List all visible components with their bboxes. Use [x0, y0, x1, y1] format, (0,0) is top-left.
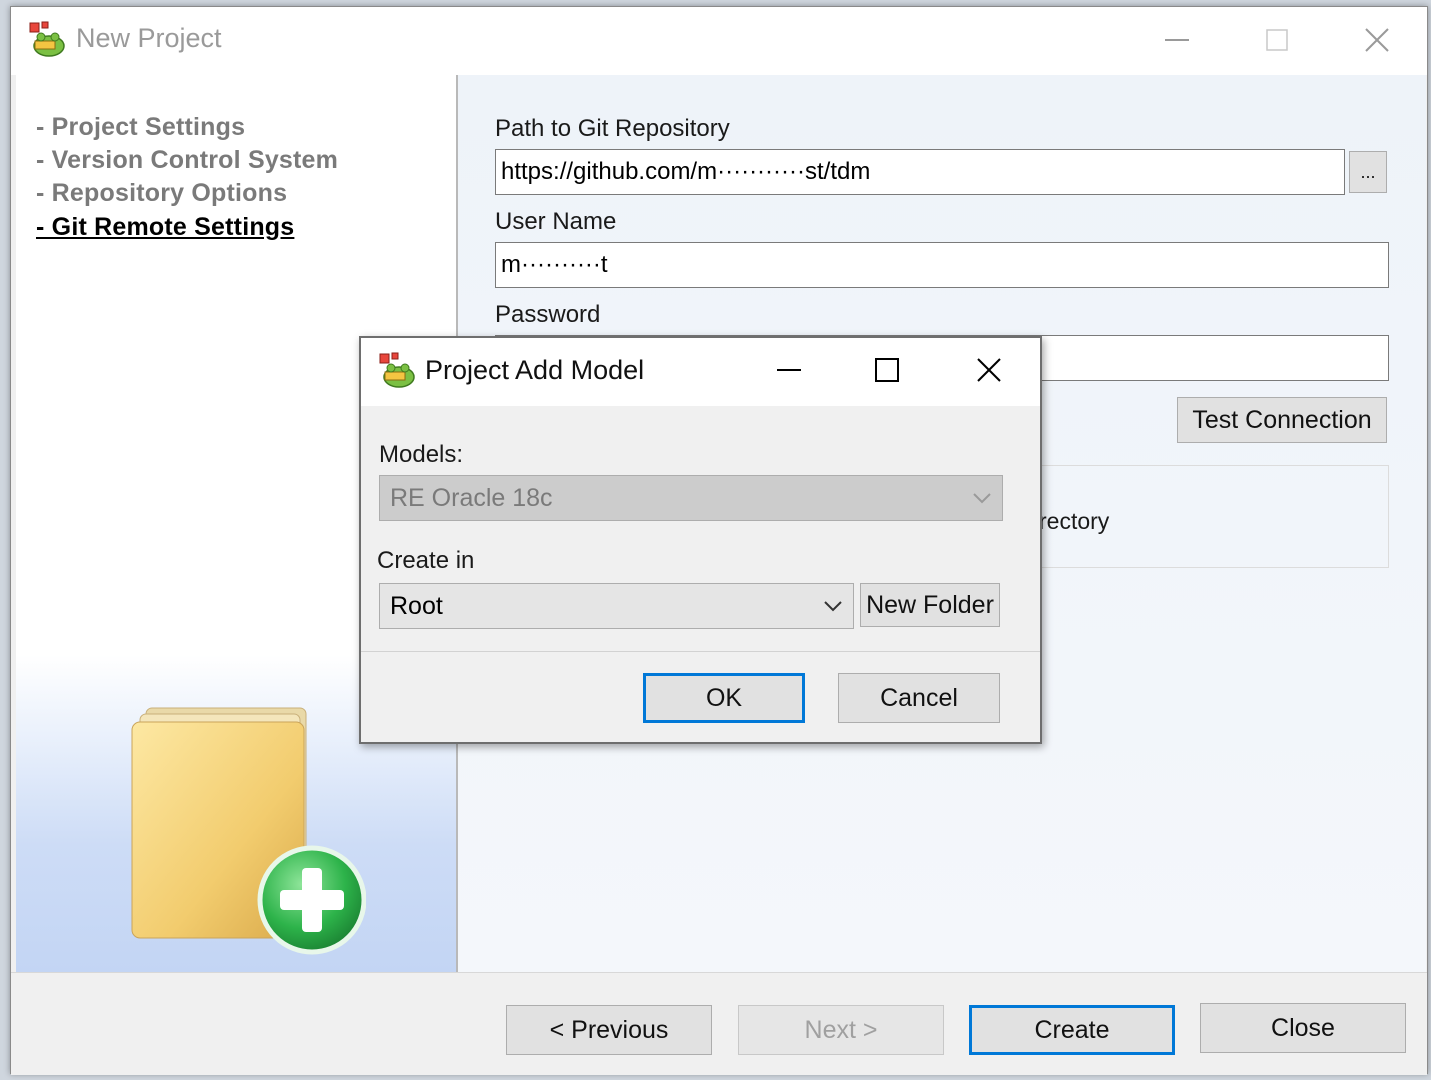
password-label: Password [495, 301, 601, 328]
minimize-button[interactable] [1147, 15, 1207, 65]
wizard-footer: < Previous Next > Create Close [11, 972, 1427, 1075]
maximize-button[interactable] [1247, 15, 1307, 65]
path-label: Path to Git Repository [495, 115, 730, 142]
create-in-select[interactable]: Root [379, 583, 854, 629]
project-add-model-dialog: Project Add Model Models: RE Oracle 18c … [359, 336, 1042, 744]
dialog-maximize-button[interactable] [852, 340, 922, 400]
minimize-icon [777, 369, 801, 371]
close-icon [1365, 28, 1389, 52]
create-in-select-value: Root [390, 591, 443, 620]
dialog-minimize-button[interactable] [754, 340, 824, 400]
maximize-icon [875, 358, 899, 382]
close-window-button[interactable] [1347, 15, 1407, 65]
nav-item-repository-options[interactable]: - Repository Options [36, 179, 287, 208]
new-folder-button[interactable]: New Folder [860, 583, 1000, 627]
chevron-down-icon [824, 601, 842, 612]
models-select[interactable]: RE Oracle 18c [379, 475, 1003, 521]
directory-option-label: rectory [1039, 508, 1110, 534]
create-button[interactable]: Create [969, 1005, 1175, 1055]
dialog-close-button[interactable] [954, 340, 1024, 400]
dialog-separator [361, 651, 1040, 652]
test-connection-button[interactable]: Test Connection [1177, 397, 1387, 443]
previous-button[interactable]: < Previous [506, 1005, 712, 1055]
title-bar: New Project [11, 7, 1427, 75]
close-button[interactable]: Close [1200, 1003, 1406, 1053]
close-icon [977, 358, 1001, 382]
app-icon [379, 352, 415, 388]
browse-button[interactable]: ... [1349, 151, 1387, 193]
dialog-title: Project Add Model [425, 355, 645, 385]
cancel-button[interactable]: Cancel [838, 673, 1000, 723]
username-label: User Name [495, 208, 617, 235]
nav-item-git-remote-settings[interactable]: - Git Remote Settings [36, 213, 294, 242]
next-button[interactable]: Next > [738, 1005, 944, 1055]
create-in-label: Create in [377, 547, 475, 574]
dialog-title-bar: Project Add Model [361, 338, 1040, 406]
minimize-icon [1165, 39, 1189, 41]
username-input[interactable]: m··········t [495, 242, 1389, 288]
ok-button[interactable]: OK [643, 673, 805, 723]
nav-item-project-settings[interactable]: - Project Settings [36, 113, 245, 142]
models-select-value: RE Oracle 18c [390, 483, 553, 512]
folder-add-icon [131, 707, 366, 955]
chevron-down-icon [973, 493, 991, 504]
nav-item-version-control-system[interactable]: - Version Control System [36, 146, 338, 175]
window-title: New Project [76, 23, 222, 53]
git-path-input[interactable]: https://github.com/m···········st/tdm [495, 149, 1345, 195]
app-icon [29, 21, 65, 57]
models-label: Models: [379, 441, 464, 468]
maximize-icon [1266, 29, 1288, 51]
